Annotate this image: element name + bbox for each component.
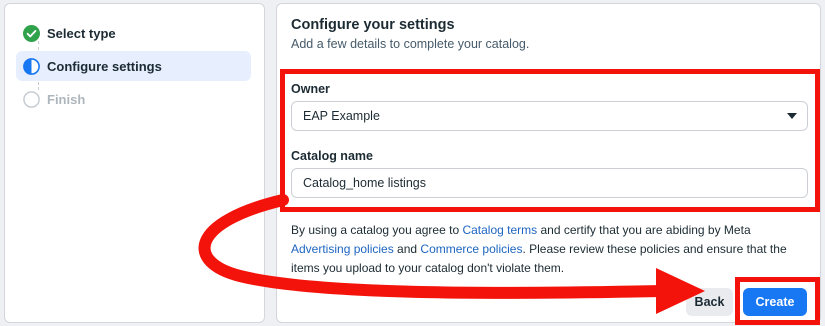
- step-configure-settings[interactable]: Configure settings: [16, 51, 251, 81]
- step-label: Select type: [47, 25, 116, 41]
- check-circle-icon: [23, 24, 40, 42]
- owner-select[interactable]: EAP Example: [291, 101, 808, 131]
- page-subtitle: Add a few details to complete your catal…: [291, 37, 530, 51]
- empty-circle-icon: [23, 90, 40, 108]
- step-connector: [38, 41, 39, 50]
- step-label: Finish: [47, 91, 86, 107]
- page-title: Configure your settings: [291, 17, 455, 33]
- terms-text-part: By using a catalog you agree to: [291, 223, 463, 237]
- catalog-terms-link[interactable]: Catalog terms: [462, 223, 537, 237]
- terms-text-part: and certify that you are abiding by Meta: [537, 223, 751, 237]
- terms-text: By using a catalog you agree to Catalog …: [291, 221, 811, 278]
- back-button[interactable]: Back: [686, 288, 733, 316]
- catalog-name-input[interactable]: Catalog_home listings: [291, 168, 808, 198]
- create-button[interactable]: Create: [743, 288, 807, 316]
- advertising-policies-link[interactable]: Advertising policies: [291, 242, 394, 256]
- chevron-down-icon: [787, 113, 797, 119]
- settings-panel: Configure your settings Add a few detail…: [276, 3, 821, 323]
- step-select-type[interactable]: Select type: [16, 18, 251, 48]
- owner-label: Owner: [291, 82, 330, 96]
- commerce-policies-link[interactable]: Commerce policies: [420, 242, 522, 256]
- owner-value: EAP Example: [303, 109, 380, 123]
- terms-text-part: and: [393, 242, 421, 256]
- step-finish[interactable]: Finish: [16, 84, 251, 114]
- steps-sidebar: Select type Configure settings Finish: [4, 3, 265, 323]
- half-circle-icon: [23, 57, 40, 75]
- catalog-name-value: Catalog_home listings: [303, 176, 426, 190]
- step-label: Configure settings: [47, 58, 162, 74]
- catalog-name-label: Catalog name: [291, 149, 373, 163]
